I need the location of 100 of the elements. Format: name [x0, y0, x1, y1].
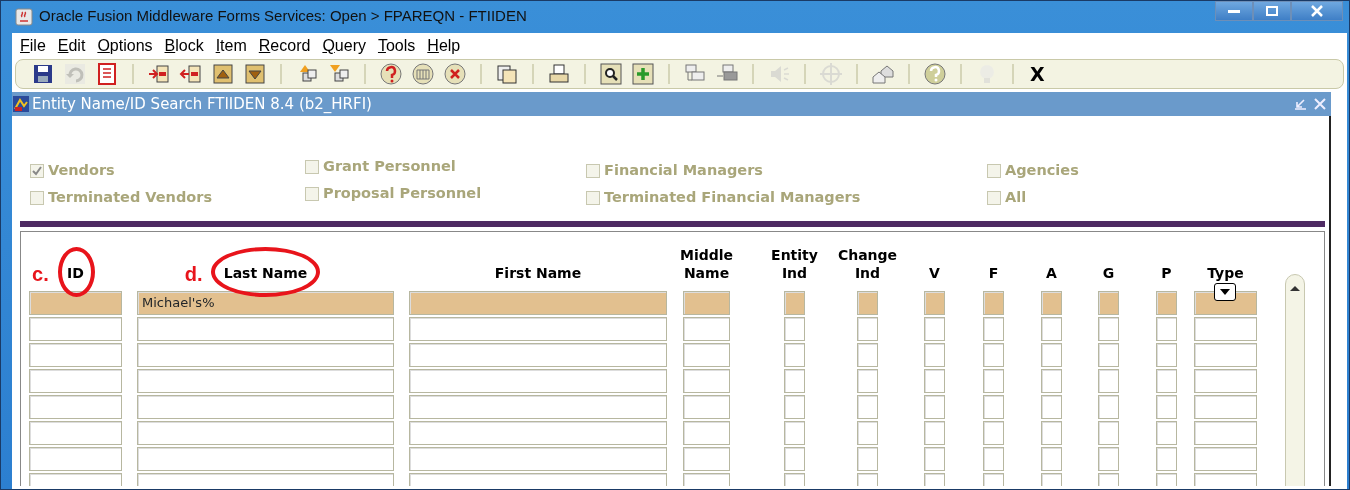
input-field[interactable] — [29, 420, 122, 445]
input-field[interactable] — [857, 394, 878, 419]
input-field[interactable] — [983, 394, 1004, 419]
minimize-icon[interactable] — [1293, 97, 1307, 111]
input-field[interactable] — [1041, 420, 1062, 445]
input-field[interactable] — [1098, 368, 1119, 393]
plus-icon[interactable] — [630, 62, 656, 86]
input-field[interactable] — [1098, 316, 1119, 341]
menu-item[interactable]: Edit — [57, 34, 86, 58]
menu-item[interactable]: Block — [164, 34, 204, 58]
input-field[interactable] — [1194, 316, 1257, 341]
input-field[interactable] — [857, 290, 878, 315]
input-field[interactable] — [924, 290, 945, 315]
input-field[interactable] — [409, 446, 667, 471]
scrollbar[interactable] — [1285, 273, 1305, 486]
input-field[interactable] — [1156, 290, 1177, 315]
dropdown-button[interactable] — [1214, 282, 1236, 301]
input-field[interactable] — [1041, 316, 1062, 341]
magnifier-icon[interactable] — [598, 62, 624, 86]
input-field[interactable] — [137, 420, 394, 445]
input-field[interactable] — [409, 316, 667, 341]
printer-icon[interactable] — [546, 62, 572, 86]
input-field[interactable] — [857, 316, 878, 341]
database-icon[interactable] — [410, 62, 436, 86]
input-field[interactable] — [924, 342, 945, 367]
exit-button[interactable]: X — [1026, 59, 1049, 89]
input-field[interactable] — [1194, 342, 1257, 367]
input-field[interactable] — [1156, 446, 1177, 471]
input-field[interactable] — [683, 316, 730, 341]
input-field[interactable] — [784, 290, 805, 315]
input-field[interactable] — [1156, 316, 1177, 341]
input-field[interactable] — [1041, 446, 1062, 471]
input-field[interactable] — [784, 394, 805, 419]
input-field[interactable] — [1194, 394, 1257, 419]
input-field[interactable] — [29, 446, 122, 471]
copy-document-icon[interactable] — [494, 62, 520, 86]
insert-record-icon[interactable] — [146, 62, 172, 86]
input-field[interactable] — [784, 316, 805, 341]
input-field[interactable] — [924, 420, 945, 445]
question-database-icon[interactable] — [378, 62, 404, 86]
input-field[interactable] — [137, 394, 394, 419]
input-field[interactable] — [1098, 446, 1119, 471]
input-field[interactable] — [1098, 394, 1119, 419]
input-field[interactable] — [983, 368, 1004, 393]
input-field[interactable] — [1041, 368, 1062, 393]
up-arrow-icon[interactable] — [210, 62, 236, 86]
input-field[interactable] — [857, 368, 878, 393]
input-field[interactable] — [1156, 394, 1177, 419]
input-field[interactable] — [29, 290, 122, 315]
input-field[interactable] — [409, 290, 667, 315]
input-field[interactable] — [1041, 290, 1062, 315]
input-field[interactable] — [683, 290, 730, 315]
input-field[interactable] — [29, 368, 122, 393]
delete-database-icon[interactable] — [442, 62, 468, 86]
input-field[interactable] — [1194, 420, 1257, 445]
input-field[interactable] — [1156, 342, 1177, 367]
input-field[interactable] — [409, 420, 667, 445]
input-field[interactable] — [924, 394, 945, 419]
input-field[interactable] — [983, 446, 1004, 471]
close-icon[interactable] — [1313, 97, 1327, 111]
input-field[interactable] — [784, 342, 805, 367]
input-field[interactable] — [29, 342, 122, 367]
input-field[interactable] — [857, 420, 878, 445]
input-field[interactable] — [683, 394, 730, 419]
input-field[interactable] — [1194, 368, 1257, 393]
menu-item[interactable]: Item — [215, 34, 247, 58]
remove-record-icon[interactable] — [178, 62, 204, 86]
input-field[interactable] — [1041, 394, 1062, 419]
minimize-button[interactable] — [1215, 1, 1253, 21]
input-field[interactable] — [683, 342, 730, 367]
input-field[interactable] — [1156, 368, 1177, 393]
input-field[interactable] — [137, 342, 394, 367]
menu-item[interactable]: Options — [97, 34, 153, 58]
down-arrow-icon[interactable] — [242, 62, 268, 86]
input-field[interactable] — [29, 316, 122, 341]
input-field[interactable] — [1098, 420, 1119, 445]
input-field[interactable] — [784, 368, 805, 393]
input-field[interactable] — [683, 368, 730, 393]
input-field[interactable] — [1041, 342, 1062, 367]
menu-item[interactable]: File — [20, 34, 46, 58]
input-field[interactable] — [857, 342, 878, 367]
input-field[interactable] — [924, 446, 945, 471]
input-field[interactable] — [409, 342, 667, 367]
input-field[interactable] — [409, 368, 667, 393]
input-field[interactable] — [409, 394, 667, 419]
menu-item[interactable]: Record — [258, 34, 311, 58]
input-field[interactable] — [137, 446, 394, 471]
input-field[interactable] — [683, 446, 730, 471]
help-icon[interactable] — [922, 62, 948, 86]
maximize-button[interactable] — [1253, 1, 1291, 21]
input-field[interactable] — [924, 316, 945, 341]
input-field[interactable] — [1194, 446, 1257, 471]
input-field[interactable] — [29, 394, 122, 419]
menu-item[interactable]: Tools — [377, 34, 416, 58]
close-button[interactable] — [1291, 1, 1343, 21]
input-field[interactable] — [983, 342, 1004, 367]
input-field[interactable] — [683, 420, 730, 445]
input-field[interactable] — [137, 368, 394, 393]
input-field[interactable]: Michael's% — [137, 290, 394, 315]
input-field[interactable] — [983, 420, 1004, 445]
